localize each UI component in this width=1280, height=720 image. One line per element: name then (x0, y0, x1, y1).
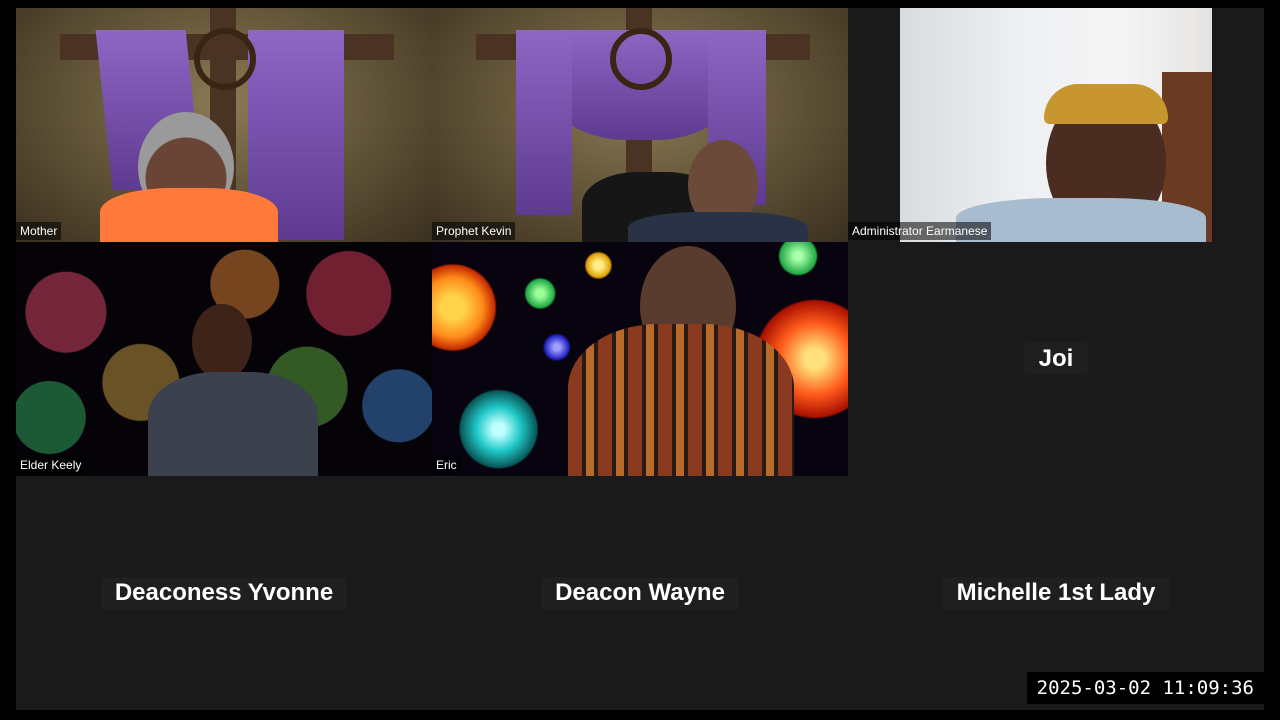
camera-feed (900, 8, 1212, 242)
video-tile-eric[interactable]: Eric (432, 242, 848, 476)
participant-body (956, 198, 1206, 242)
video-tile-deacon-wayne[interactable]: Deacon Wayne (432, 476, 848, 710)
participant-body (568, 324, 794, 476)
participant-name-label: Eric (432, 456, 461, 474)
participant-name-label: Prophet Kevin (432, 222, 516, 240)
purple-drape (516, 30, 572, 215)
participant-name-label: Mother (16, 222, 62, 240)
video-tile-prophet-kevin[interactable]: Prophet Kevin (432, 8, 848, 242)
recording-timestamp: 2025-03-02 11:09:36 (1026, 672, 1264, 704)
crown-of-thorns (194, 28, 256, 90)
video-tile-elder-keely[interactable]: Elder Keely (16, 242, 432, 476)
participant-name-centered: Deaconess Yvonne (100, 577, 348, 609)
headwrap (1044, 84, 1168, 124)
video-tile-administrator-earmanese[interactable]: Administrator Earmanese (848, 8, 1264, 242)
video-tile-deaconess-yvonne[interactable]: Deaconess Yvonne (16, 476, 432, 710)
participant-body (100, 188, 278, 242)
crown-of-thorns (610, 28, 672, 90)
participant-name-centered: Deacon Wayne (541, 577, 739, 609)
participant-name-centered: Michelle 1st Lady (942, 577, 1170, 609)
video-tile-joi[interactable]: Joi (848, 242, 1264, 476)
participant-name-label: Elder Keely (16, 456, 86, 474)
letterbox-left (848, 8, 900, 242)
participant-name-label: Administrator Earmanese (848, 222, 992, 240)
participant-head (192, 304, 252, 380)
participant-body (628, 212, 808, 242)
participant-body (148, 372, 318, 476)
participant-name-centered: Joi (1024, 343, 1088, 375)
video-gallery: Mother Prophet Kevin Administrator Earma… (16, 8, 1264, 710)
video-tile-mother[interactable]: Mother (16, 8, 432, 242)
